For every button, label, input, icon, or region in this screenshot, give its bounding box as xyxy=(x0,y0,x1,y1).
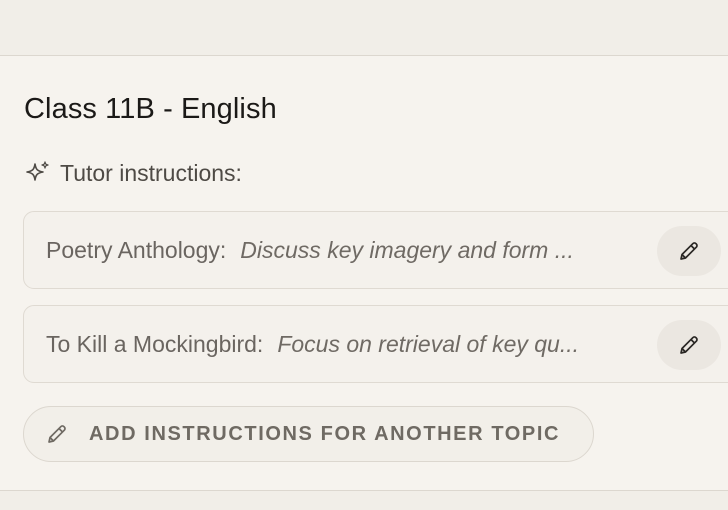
topic-text: Poetry Anthology: Discuss key imagery an… xyxy=(46,212,656,288)
sparkle-icon xyxy=(26,161,49,181)
pencil-icon xyxy=(680,242,698,260)
topic-description: Focus on retrieval of key qu... xyxy=(277,330,580,357)
class-title: Class 11B - English xyxy=(24,93,277,125)
pencil-icon xyxy=(680,336,698,354)
add-topic-label: ADD INSTRUCTIONS FOR ANOTHER TOPIC xyxy=(89,422,561,445)
topic-text: To Kill a Mockingbird: Focus on retrieva… xyxy=(46,306,664,382)
bottom-bar xyxy=(0,491,728,510)
tutor-instructions-header: Tutor instructions: xyxy=(24,157,242,189)
add-topic-instructions-button[interactable]: ADD INSTRUCTIONS FOR ANOTHER TOPIC xyxy=(23,406,594,462)
edit-topic-button[interactable] xyxy=(657,320,721,370)
edit-topic-button[interactable] xyxy=(657,226,721,276)
top-bar xyxy=(0,0,728,56)
pencil-icon xyxy=(48,425,66,443)
topic-name: Poetry Anthology: xyxy=(46,236,227,263)
topic-description: Discuss key imagery and form ... xyxy=(240,236,574,263)
tutor-instructions-label: Tutor instructions: xyxy=(60,159,242,186)
topic-name: To Kill a Mockingbird: xyxy=(46,330,264,357)
topic-card-poetry-anthology: Poetry Anthology: Discuss key imagery an… xyxy=(23,211,728,289)
topic-card-to-kill-a-mockingbird: To Kill a Mockingbird: Focus on retrieva… xyxy=(23,305,728,383)
